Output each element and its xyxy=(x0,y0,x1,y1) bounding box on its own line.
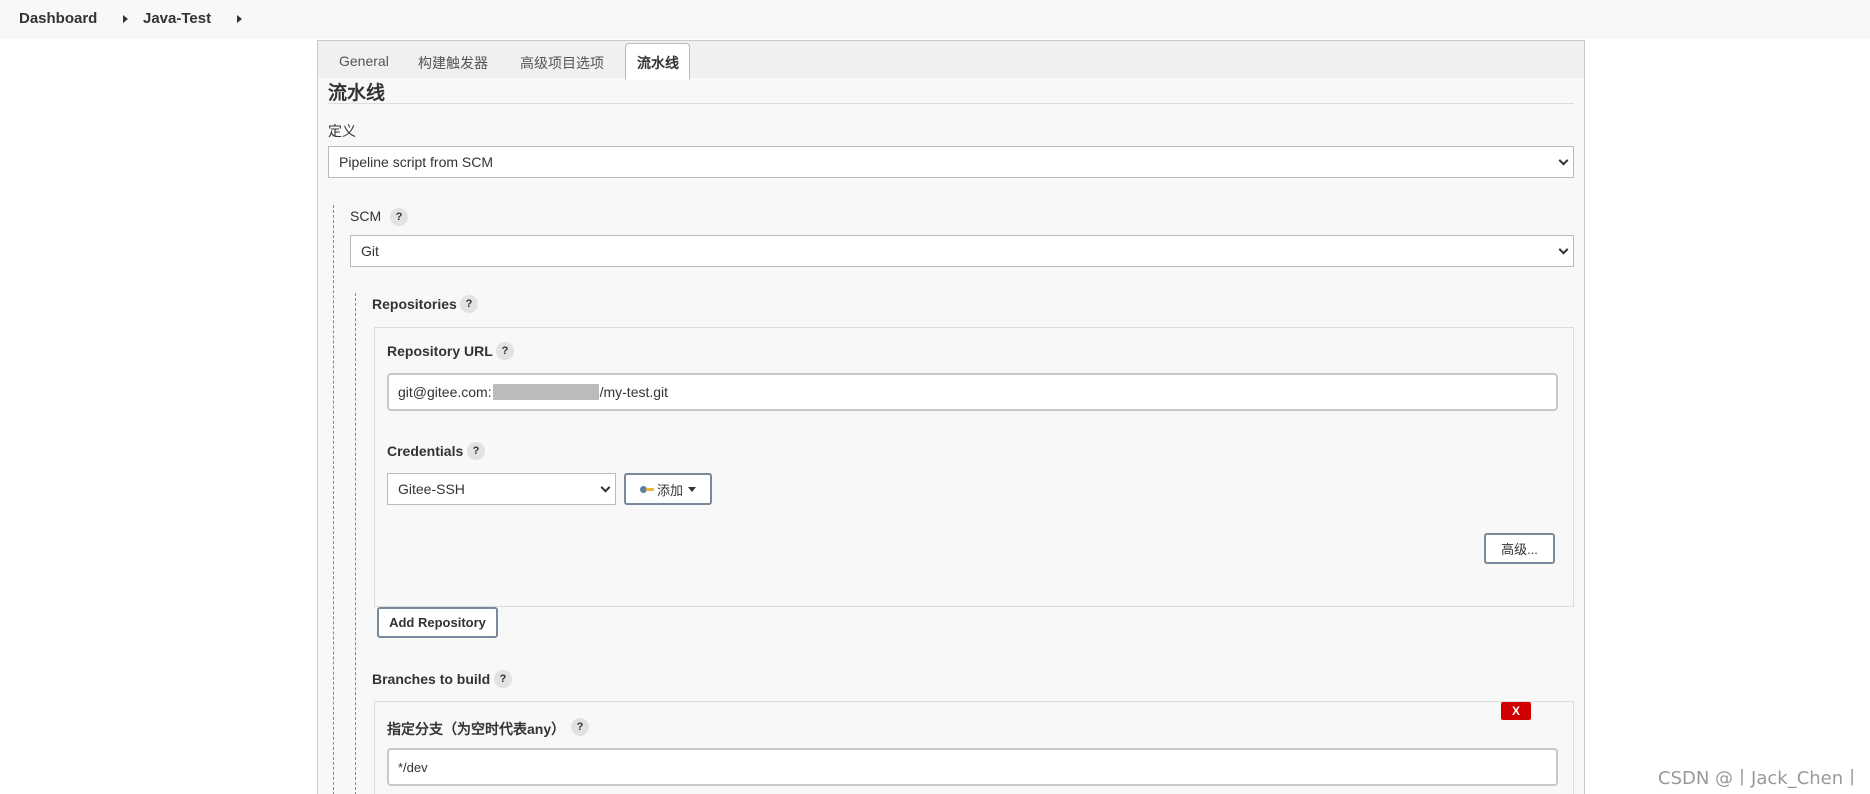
scm-select[interactable]: Git xyxy=(350,235,1574,267)
repository-url-label: Repository URL xyxy=(387,343,493,359)
repositories-help-icon[interactable]: ? xyxy=(460,295,478,313)
delete-branch-button[interactable]: X xyxy=(1501,702,1531,720)
add-credentials-button[interactable]: 添加 xyxy=(624,473,712,505)
breadcrumb-dashboard[interactable]: Dashboard xyxy=(19,10,97,27)
repository-url-suffix: /my-test.git xyxy=(599,384,669,400)
scm-nesting-line xyxy=(333,205,334,794)
add-repository-button[interactable]: Add Repository xyxy=(377,607,498,638)
chevron-down-icon xyxy=(1558,155,1569,166)
repository-url-prefix: git@gitee.com: xyxy=(398,384,492,400)
tab-pipeline[interactable]: 流水线 xyxy=(637,53,679,73)
definition-select-value: Pipeline script from SCM xyxy=(339,154,494,170)
branches-help-icon[interactable]: ? xyxy=(494,670,512,688)
tab-build-triggers[interactable]: 构建触发器 xyxy=(418,53,488,73)
tab-bar: General 构建触发器 高级项目选项 流水线 xyxy=(318,41,1584,80)
tab-advanced-options[interactable]: 高级项目选项 xyxy=(520,53,604,73)
add-credentials-label: 添加 xyxy=(656,482,683,498)
breadcrumb-java-test[interactable]: Java-Test xyxy=(143,10,211,27)
branch-specifier-input[interactable]: */dev xyxy=(387,748,1558,786)
branch-specifier-help-icon[interactable]: ? xyxy=(571,718,589,736)
chevron-down-icon xyxy=(1558,244,1569,255)
definition-select[interactable]: Pipeline script from SCM xyxy=(328,146,1574,178)
credentials-help-icon[interactable]: ? xyxy=(467,442,485,460)
section-divider xyxy=(328,103,1574,104)
repository-box xyxy=(374,327,1574,607)
breadcrumb-java-test-menu-icon[interactable] xyxy=(237,15,242,23)
tab-general[interactable]: General xyxy=(339,53,389,69)
caret-down-icon xyxy=(688,486,696,492)
repository-url-input[interactable]: git@gitee.com: /my-test.git xyxy=(387,373,1558,411)
advanced-button[interactable]: 高级... xyxy=(1484,533,1555,564)
watermark: CSDN @丨Jack_Chen丨 xyxy=(1658,768,1862,789)
chevron-down-icon xyxy=(600,482,611,493)
scm-select-value: Git xyxy=(361,243,379,259)
section-title: 流水线 xyxy=(328,83,386,104)
credentials-select[interactable]: Gitee-SSH xyxy=(387,473,616,505)
breadcrumb-bar: Dashboard Java-Test xyxy=(0,0,1870,39)
repositories-label: Repositories xyxy=(372,296,457,312)
credentials-select-value: Gitee-SSH xyxy=(398,481,465,497)
config-panel: General 构建触发器 高级项目选项 流水线 流水线 定义 Pipeline… xyxy=(317,40,1585,794)
git-nesting-line xyxy=(355,293,356,794)
repository-url-help-icon[interactable]: ? xyxy=(496,342,514,360)
branch-specifier-value: */dev xyxy=(398,759,428,775)
scm-help-icon[interactable]: ? xyxy=(390,208,408,226)
key-icon xyxy=(639,485,654,493)
definition-label: 定义 xyxy=(328,123,356,139)
credentials-label: Credentials xyxy=(387,443,464,459)
breadcrumb-dashboard-menu-icon[interactable] xyxy=(123,15,128,23)
branches-label: Branches to build xyxy=(372,671,491,687)
branch-specifier-label: 指定分支（为空时代表any） xyxy=(387,721,566,737)
redacted-block xyxy=(492,384,599,400)
scm-label: SCM xyxy=(350,208,382,224)
